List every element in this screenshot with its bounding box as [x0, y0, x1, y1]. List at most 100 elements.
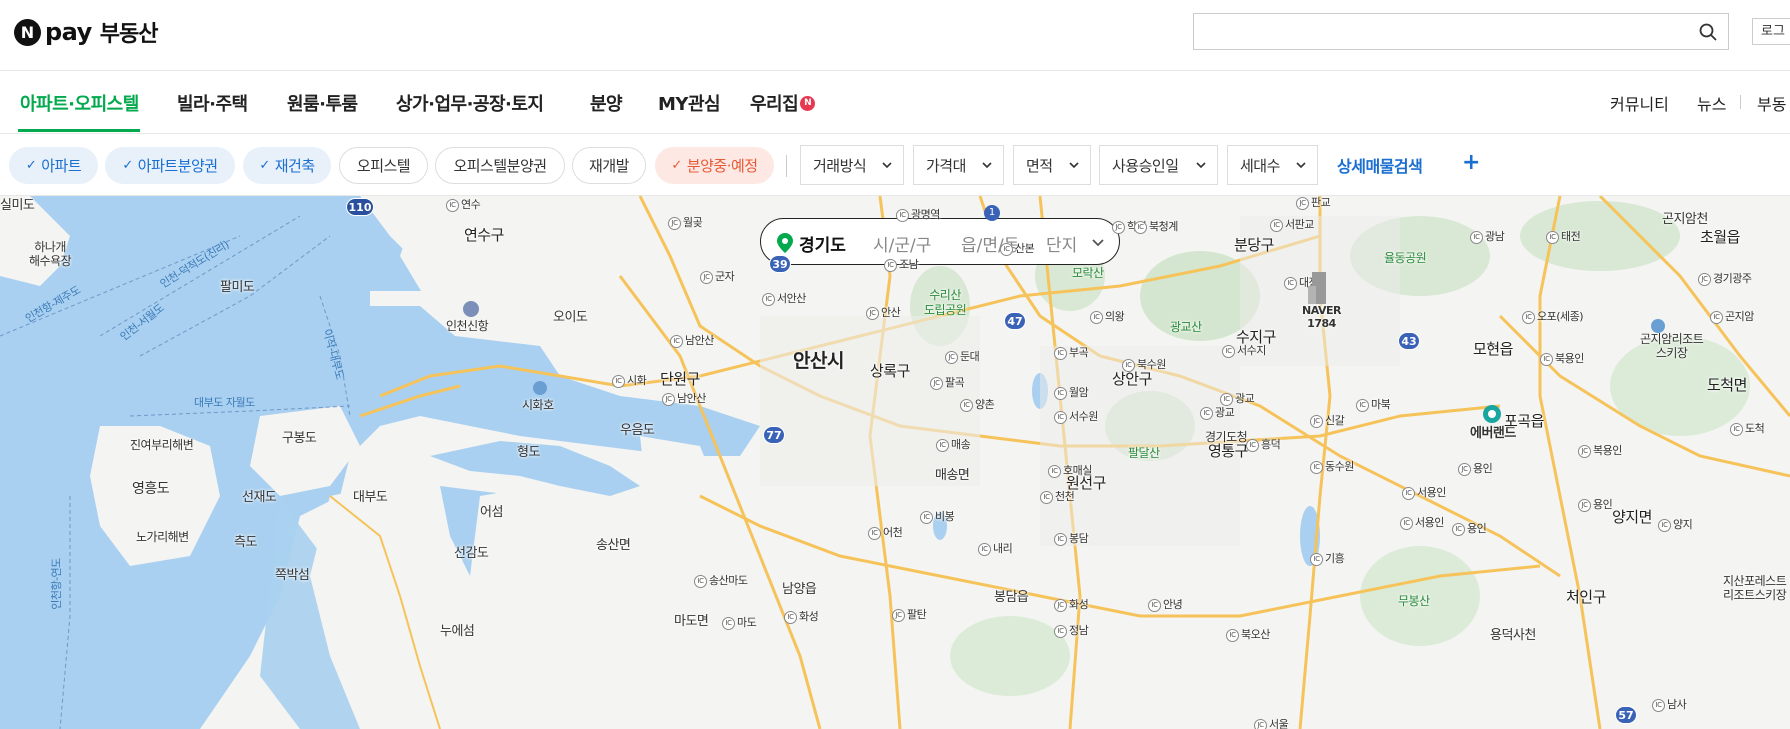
dropdown-trade-type[interactable]: 거래방식	[800, 145, 904, 185]
ic-label: IC 의왕	[1090, 308, 1125, 324]
ic-label: IC 매송	[936, 436, 971, 452]
region-city[interactable]: 시/군/구	[873, 231, 931, 256]
region-province[interactable]: 경기도	[799, 231, 846, 256]
map-label: 영흥도	[132, 481, 170, 497]
ic-icon: IC	[1658, 518, 1671, 532]
ic-name: 곤지암	[1725, 310, 1754, 323]
tab-my-interest[interactable]: MY관심	[658, 90, 721, 116]
chip-label: 재건축	[274, 157, 315, 175]
ic-label: JC 둔대	[945, 348, 980, 364]
dropdown-households[interactable]: 세대수	[1227, 145, 1318, 185]
ic-icon: JC	[930, 376, 943, 390]
region-complex[interactable]: 단지	[1046, 231, 1077, 256]
ic-label: IC 북용인	[1540, 350, 1584, 366]
tab-presale[interactable]: 분양	[590, 90, 623, 116]
plus-icon[interactable]: +	[1462, 150, 1480, 175]
ic-icon: IC	[1402, 486, 1415, 500]
ic-name: 서용인	[1415, 516, 1444, 529]
tab-oneroom-tworoom[interactable]: 원룸·투룸	[287, 90, 358, 116]
ic-icon: JC	[1698, 272, 1711, 286]
ic-label: IC 조남	[884, 256, 919, 272]
tab-my-home[interactable]: 우리집 N	[750, 90, 816, 116]
map-label: 구봉도	[282, 431, 317, 446]
tab-villa-house[interactable]: 빌라·주택	[177, 90, 248, 116]
dropdown-area[interactable]: 면적	[1013, 145, 1091, 185]
ic-label: IC 부곡	[1054, 344, 1089, 360]
map-label: 팔달산	[1128, 446, 1160, 460]
map-label: 누에섬	[440, 624, 475, 639]
ic-name: 태전	[1561, 230, 1581, 243]
ic-name: 월곶	[683, 216, 703, 229]
ic-label: IC 정남	[1054, 622, 1089, 638]
ic-name: 남안산	[677, 392, 706, 405]
nav-news[interactable]: 뉴스	[1697, 91, 1726, 115]
map-label-district[interactable]: 상록구	[870, 360, 910, 381]
chip-redevelopment[interactable]: 재개발	[572, 147, 646, 184]
chip-apartment-presale-right[interactable]: ✓ 아파트분양권	[105, 147, 235, 184]
chevron-down-icon[interactable]	[1091, 235, 1105, 249]
search-icon[interactable]	[1698, 22, 1718, 42]
ic-name: 송산마도	[709, 574, 748, 587]
ic-name: 서울	[1269, 718, 1289, 729]
ic-label: IC 서안산	[762, 290, 806, 306]
chip-reconstruction[interactable]: ✓ 재건축	[243, 147, 331, 184]
logo[interactable]: N pay 부동산	[14, 16, 159, 48]
map-label: 오이도	[553, 310, 588, 325]
map-label: 광교산	[1170, 320, 1202, 334]
dropdown-approval-date[interactable]: 사용승인일	[1099, 145, 1218, 185]
chevron-down-icon	[1296, 162, 1306, 169]
ic-icon: IC	[612, 374, 625, 388]
login-button[interactable]: 로그	[1752, 18, 1790, 45]
map-label: 하나개 해수욕장	[29, 240, 72, 268]
top-bar: N pay 부동산 로그	[0, 0, 1790, 70]
map-label-district[interactable]: 단원구	[660, 368, 700, 389]
ic-label: JC 복용인	[1578, 442, 1622, 458]
nav-community[interactable]: 커뮤니티	[1610, 91, 1669, 115]
ic-icon: IC	[1000, 242, 1013, 256]
map-label: 팔미도	[220, 280, 255, 295]
map-label: 측도	[234, 535, 257, 550]
ic-label: IC 흥덕	[1246, 436, 1281, 452]
ic-name: 용인	[1473, 462, 1493, 475]
map-label-city[interactable]: 안산시	[793, 346, 844, 373]
tab-commercial[interactable]: 상가·업무·공장·토지	[396, 90, 544, 116]
ic-icon: IC	[1054, 624, 1067, 638]
chevron-down-icon	[1196, 162, 1206, 169]
map-label-naver: NAVER 1784	[1302, 304, 1341, 330]
ic-icon: JC	[892, 608, 905, 622]
dropdown-label: 거래방식	[813, 156, 867, 175]
search-input[interactable]	[1194, 14, 1674, 49]
nav-real-estate[interactable]: 부동	[1757, 91, 1786, 115]
ic-name: 조남	[899, 258, 919, 271]
ic-label: JC 신갈	[1310, 412, 1345, 428]
nav-right-divider	[1740, 95, 1741, 109]
dropdown-label: 면적	[1026, 156, 1053, 175]
ic-icon: IC	[446, 198, 459, 212]
map-canvas[interactable]: 경기도 시/군/구 읍/면/동 단지 110 39 47 77 43 57 1 …	[0, 196, 1790, 729]
route-marker: 43	[1398, 332, 1420, 350]
region-selector[interactable]: 경기도 시/군/구 읍/면/동 단지	[760, 218, 1120, 265]
map-label: 송산면	[596, 538, 631, 553]
building-icon	[1308, 272, 1326, 304]
ic-label: JC 용인	[1458, 460, 1493, 476]
tab-my-home-label: 우리집	[750, 94, 799, 115]
ic-icon: IC	[1054, 410, 1067, 424]
chip-officetel[interactable]: 오피스텔	[339, 147, 428, 184]
ic-icon: IC	[1222, 344, 1235, 358]
ic-label: JC 용인	[1578, 496, 1613, 512]
dropdown-price[interactable]: 가격대	[913, 145, 1004, 185]
map-label-district[interactable]: 처인구	[1566, 586, 1606, 607]
map-label-district[interactable]: 연수구	[464, 224, 504, 245]
chip-apartment[interactable]: ✓ 아파트	[9, 147, 98, 184]
ic-label: IC 남사	[1652, 696, 1687, 712]
map-label-district[interactable]: 분당구	[1234, 234, 1274, 255]
chip-presale-ongoing[interactable]: ✓ 분양중·예정	[655, 147, 774, 184]
check-icon: ✓	[25, 158, 37, 173]
tab-apartment-officetel[interactable]: 아파트·오피스텔	[20, 90, 139, 116]
advanced-search-link[interactable]: 상세매물검색	[1337, 153, 1423, 177]
ic-icon: IC	[1710, 310, 1723, 324]
ic-label: JC 팔탄	[892, 606, 927, 622]
chip-officetel-presale-right[interactable]: 오피스텔분양권	[435, 147, 565, 184]
search-box[interactable]	[1193, 13, 1729, 50]
ic-icon: IC	[1048, 464, 1061, 478]
